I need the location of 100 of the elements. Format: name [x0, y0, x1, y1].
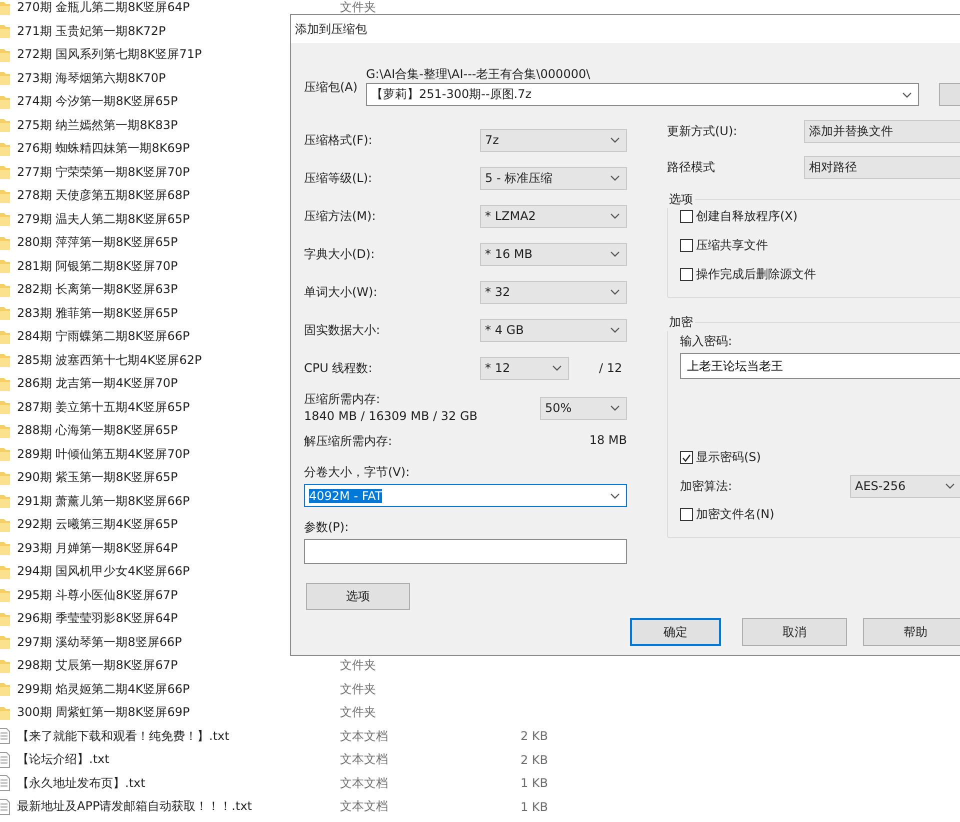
memory-value: 18 MB	[589, 433, 627, 449]
folder-icon	[0, 564, 10, 580]
file-type: 文件夹	[340, 0, 377, 16]
field-label: 压缩等级(L):	[304, 170, 374, 186]
file-type: 文件夹	[340, 704, 377, 722]
file-name[interactable]: 【永久地址发布页】.txt	[17, 774, 340, 792]
folder-icon	[0, 446, 10, 462]
file-size: 2 KB	[519, 729, 548, 744]
check-icon	[682, 454, 691, 462]
folder-icon	[0, 305, 10, 322]
checkbox-label: 显示密码(S)	[696, 449, 761, 466]
folder-icon	[0, 587, 10, 604]
file-name[interactable]: 299期 焰灵姬第二期4K竖屏66P	[17, 680, 340, 698]
folder-icon	[0, 234, 10, 251]
field-label: 压缩所需内存:	[304, 391, 382, 408]
chevron-icon	[610, 137, 620, 143]
chevron-icon	[610, 327, 620, 333]
file-type: 文件夹	[340, 657, 377, 674]
field-label: 字典大小(D):	[304, 246, 376, 262]
folder-icon	[0, 46, 10, 63]
dropdown[interactable]: AES-256	[850, 474, 960, 498]
options-button[interactable]: 选项	[306, 583, 410, 610]
chevron-icon	[610, 213, 620, 219]
dialog-button[interactable]: 确定	[630, 618, 721, 646]
checkbox[interactable]	[680, 451, 693, 464]
file-size: 1 KB	[519, 800, 548, 814]
file-type: 文件夹	[340, 680, 377, 698]
input-field[interactable]	[304, 539, 627, 564]
checkbox[interactable]	[680, 268, 693, 281]
thread-max: / 12	[599, 361, 622, 375]
chevron-icon	[610, 492, 620, 498]
document-icon	[0, 798, 10, 815]
file-type: 文本文档	[340, 798, 389, 816]
field-label: 解压缩所需内存:	[304, 433, 392, 450]
file-name[interactable]: 298期 艾辰第一期8K竖屏67P	[17, 657, 340, 674]
file-name[interactable]: 300期 周紫虹第一期8K竖屏69P	[17, 704, 340, 722]
field-label: 参数(P):	[304, 519, 350, 536]
dropdown[interactable]: 4092M - FAT	[304, 484, 627, 507]
folder-icon	[0, 211, 10, 228]
file-type: 文本文档	[340, 728, 389, 745]
chevron-icon	[610, 289, 620, 295]
folder-icon	[0, 470, 10, 486]
file-name[interactable]: 【论坛介绍】.txt	[17, 751, 340, 768]
file-name[interactable]: 270期 金瓶儿第二期8K竖屏64P	[17, 0, 340, 16]
folder-icon	[0, 352, 10, 368]
chevron-icon	[945, 483, 955, 489]
folder-icon	[0, 493, 10, 510]
folder-icon	[0, 117, 10, 134]
chevron-icon	[610, 175, 620, 181]
document-icon	[0, 752, 10, 768]
dialog-button[interactable]: 帮助	[863, 618, 960, 646]
checkbox-label: 压缩共享文件	[696, 237, 768, 254]
dropdown[interactable]: 7z	[480, 128, 627, 152]
folder-icon	[0, 70, 10, 86]
field-label: 压缩包(A)	[304, 79, 359, 96]
checkbox[interactable]	[680, 239, 693, 252]
folder-icon	[0, 610, 10, 627]
file-type: 文本文档	[340, 751, 389, 768]
dropdown[interactable]: * 4 GB	[480, 318, 627, 342]
checkbox[interactable]	[680, 508, 693, 521]
dropdown[interactable]: 【萝莉】251-300期--原图.7z	[366, 83, 919, 106]
field-label: 输入密码:	[680, 333, 734, 350]
dropdown[interactable]: 5 - 标准压缩	[480, 166, 627, 190]
password-field[interactable]: 上老王论坛当老王	[680, 353, 960, 379]
group-title: 选项	[667, 191, 695, 208]
folder-icon	[0, 188, 10, 204]
field-label: 压缩方法(M):	[304, 208, 377, 224]
chevron-icon	[610, 405, 620, 411]
file-name[interactable]: 【来了就能下载和观看！纯免费！】.txt	[17, 728, 340, 745]
dropdown[interactable]: 添加并替换文件	[804, 120, 960, 142]
chevron-icon	[552, 365, 562, 371]
field-label: 分卷大小，字节(V):	[304, 464, 411, 481]
checkbox-label: 创建自释放程序(X)	[696, 208, 798, 225]
dropdown[interactable]: * 16 MB	[480, 242, 627, 266]
folder-icon	[0, 164, 10, 180]
folder-icon	[0, 516, 10, 533]
folder-icon	[0, 540, 10, 556]
document-icon	[0, 775, 10, 792]
folder-icon	[0, 282, 10, 298]
dropdown[interactable]: 50%	[540, 396, 627, 420]
dialog-button[interactable]: 取消	[742, 618, 847, 646]
folder-icon	[0, 704, 10, 721]
dropdown[interactable]: 相对路径	[804, 156, 960, 178]
checkbox-label: 加密文件名(N)	[696, 506, 774, 523]
dropdown[interactable]: * LZMA2	[480, 204, 627, 228]
folder-icon	[0, 0, 10, 16]
field-label: 加密算法:	[680, 478, 734, 494]
folder-icon	[0, 422, 10, 439]
folder-icon	[0, 376, 10, 392]
dropdown[interactable]: * 12	[480, 356, 569, 380]
folder-icon	[0, 23, 10, 40]
document-icon	[0, 728, 10, 744]
folder-icon	[0, 328, 10, 345]
folder-icon	[0, 94, 10, 110]
checkbox[interactable]	[680, 210, 693, 223]
file-name[interactable]: 最新地址及APP请发邮箱自动获取！！！.txt	[17, 798, 340, 816]
chevron-icon	[902, 92, 912, 98]
field-label: 路径模式	[667, 158, 716, 176]
field-label: 更新方式(U):	[667, 122, 738, 140]
dropdown[interactable]: * 32	[480, 280, 627, 304]
